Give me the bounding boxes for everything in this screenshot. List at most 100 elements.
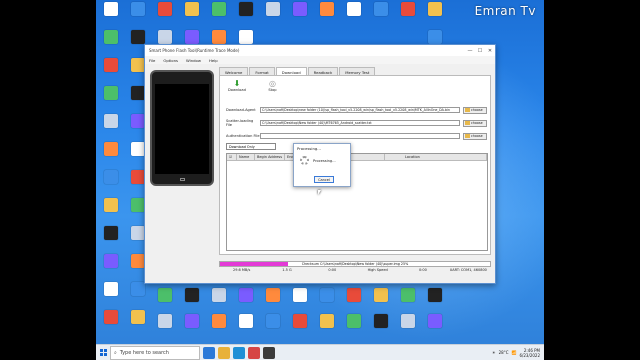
- menu-options[interactable]: Options: [163, 58, 178, 63]
- desktop-icon[interactable]: [98, 226, 124, 240]
- desktop-icon[interactable]: [395, 2, 421, 16]
- app-icon[interactable]: [248, 346, 260, 359]
- desktop-icon[interactable]: [368, 314, 394, 328]
- desktop-icon[interactable]: [314, 2, 340, 16]
- scatter-choose-button[interactable]: choose: [463, 119, 487, 127]
- app-icon: [428, 30, 442, 44]
- desktop-icon[interactable]: [422, 314, 448, 328]
- desktop-icon[interactable]: [287, 314, 313, 328]
- desktop-icon[interactable]: [152, 30, 178, 44]
- desktop-icon[interactable]: [206, 288, 232, 302]
- stat-speed: 29.6 MB/s: [232, 268, 251, 272]
- desktop-icon[interactable]: [98, 142, 124, 156]
- app-icon: [104, 30, 118, 44]
- stop-icon: ◎: [269, 79, 276, 88]
- download-agent-field[interactable]: C:\Users\nafi\Desktop\new folder (10)\sp…: [260, 107, 460, 113]
- desktop-icon[interactable]: [341, 288, 367, 302]
- desktop-icon[interactable]: [179, 30, 205, 44]
- desktop-icon[interactable]: [152, 288, 178, 302]
- desktop: Emran Tv Smart Phone Flash Tool(Runtime …: [96, 0, 544, 360]
- desktop-icon[interactable]: [422, 2, 448, 16]
- app-icon: [320, 2, 334, 16]
- maximize-button[interactable]: ☐: [475, 48, 485, 54]
- desktop-icon[interactable]: [233, 30, 259, 44]
- desktop-icon[interactable]: [260, 314, 286, 328]
- taskbar-search[interactable]: ⌕ Type here to search: [110, 345, 200, 360]
- desktop-icon[interactable]: [98, 310, 124, 324]
- window-titlebar[interactable]: Smart Phone Flash Tool(Runtime Trace Mod…: [145, 45, 495, 56]
- task-view-icon[interactable]: [203, 346, 215, 359]
- desktop-icon[interactable]: [125, 310, 151, 324]
- desktop-icon[interactable]: [98, 282, 124, 296]
- desktop-icon[interactable]: [152, 314, 178, 328]
- desktop-icon[interactable]: [206, 2, 232, 16]
- scatter-file-field[interactable]: C:\Users\nafi\Desktop\New folder (40)\MT…: [260, 120, 460, 126]
- desktop-icon[interactable]: [179, 2, 205, 16]
- desktop-icon[interactable]: [206, 30, 232, 44]
- desktop-icon[interactable]: [206, 314, 232, 328]
- desktop-icon[interactable]: [314, 288, 340, 302]
- desktop-icon[interactable]: [179, 314, 205, 328]
- desktop-icon[interactable]: [98, 254, 124, 268]
- desktop-icon[interactable]: [422, 288, 448, 302]
- desktop-icon[interactable]: [260, 2, 286, 16]
- desktop-icon[interactable]: [368, 2, 394, 16]
- app-icon: [374, 2, 388, 16]
- auth-row: Authentication File choose: [226, 132, 487, 140]
- weather-icon[interactable]: ☀: [492, 350, 496, 355]
- app-icon: [320, 288, 334, 302]
- download-agent-choose-button[interactable]: choose: [463, 106, 487, 114]
- desktop-icon[interactable]: [125, 282, 151, 296]
- download-panel: ⬇ Download ◎ Stop Download-Agent C:\User…: [219, 75, 491, 255]
- desktop-icon[interactable]: [341, 314, 367, 328]
- app-icon[interactable]: [263, 346, 275, 359]
- desktop-icon[interactable]: [314, 314, 340, 328]
- desktop-icon[interactable]: [125, 2, 151, 16]
- desktop-icon[interactable]: [179, 288, 205, 302]
- auth-file-field[interactable]: [260, 133, 460, 139]
- desktop-icon[interactable]: [395, 314, 421, 328]
- menu-help[interactable]: Help: [209, 58, 218, 63]
- mode-select[interactable]: Download Only: [226, 143, 276, 150]
- app-icon: [131, 86, 145, 100]
- select-all-checkbox[interactable]: ☑: [227, 154, 237, 160]
- stop-button[interactable]: ◎ Stop: [268, 79, 277, 92]
- desktop-icon[interactable]: [422, 30, 448, 44]
- download-button[interactable]: ⬇ Download: [228, 79, 246, 92]
- menu-window[interactable]: Window: [186, 58, 201, 63]
- desktop-icon[interactable]: [287, 2, 313, 16]
- cancel-button[interactable]: Cancel: [314, 176, 334, 183]
- desktop-icon[interactable]: [287, 288, 313, 302]
- file-explorer-icon[interactable]: [218, 346, 230, 359]
- close-button[interactable]: ✕: [485, 48, 495, 54]
- desktop-icon[interactable]: [368, 288, 394, 302]
- app-icon: [104, 142, 118, 156]
- network-icon[interactable]: 📶: [512, 350, 517, 355]
- desktop-icon[interactable]: [260, 288, 286, 302]
- desktop-icon[interactable]: [152, 2, 178, 16]
- desktop-icon[interactable]: [341, 2, 367, 16]
- windows-logo-icon: [99, 349, 107, 356]
- system-tray: ☀ 28°C 📶 2:46 PM 6/23/2022: [492, 348, 544, 358]
- auth-choose-button[interactable]: choose: [463, 132, 487, 140]
- desktop-icon[interactable]: [233, 2, 259, 16]
- desktop-icon[interactable]: [98, 30, 124, 44]
- desktop-icon[interactable]: [98, 2, 124, 16]
- desktop-icon[interactable]: [98, 58, 124, 72]
- desktop-icon[interactable]: [98, 86, 124, 100]
- desktop-icon[interactable]: [98, 114, 124, 128]
- desktop-icon[interactable]: [233, 288, 259, 302]
- edge-icon[interactable]: [233, 346, 245, 359]
- stat-elapsed: 0:00: [328, 268, 337, 272]
- app-icon: [212, 314, 226, 328]
- app-icon: [266, 2, 280, 16]
- menu-file[interactable]: File: [149, 58, 155, 63]
- desktop-icon[interactable]: [98, 198, 124, 212]
- clock[interactable]: 2:46 PM 6/23/2022: [519, 348, 540, 358]
- start-button[interactable]: [96, 345, 110, 360]
- desktop-icon[interactable]: [233, 314, 259, 328]
- desktop-icon[interactable]: [98, 170, 124, 184]
- desktop-icon[interactable]: [395, 288, 421, 302]
- minimize-button[interactable]: —: [465, 48, 475, 54]
- desktop-icon[interactable]: [125, 30, 151, 44]
